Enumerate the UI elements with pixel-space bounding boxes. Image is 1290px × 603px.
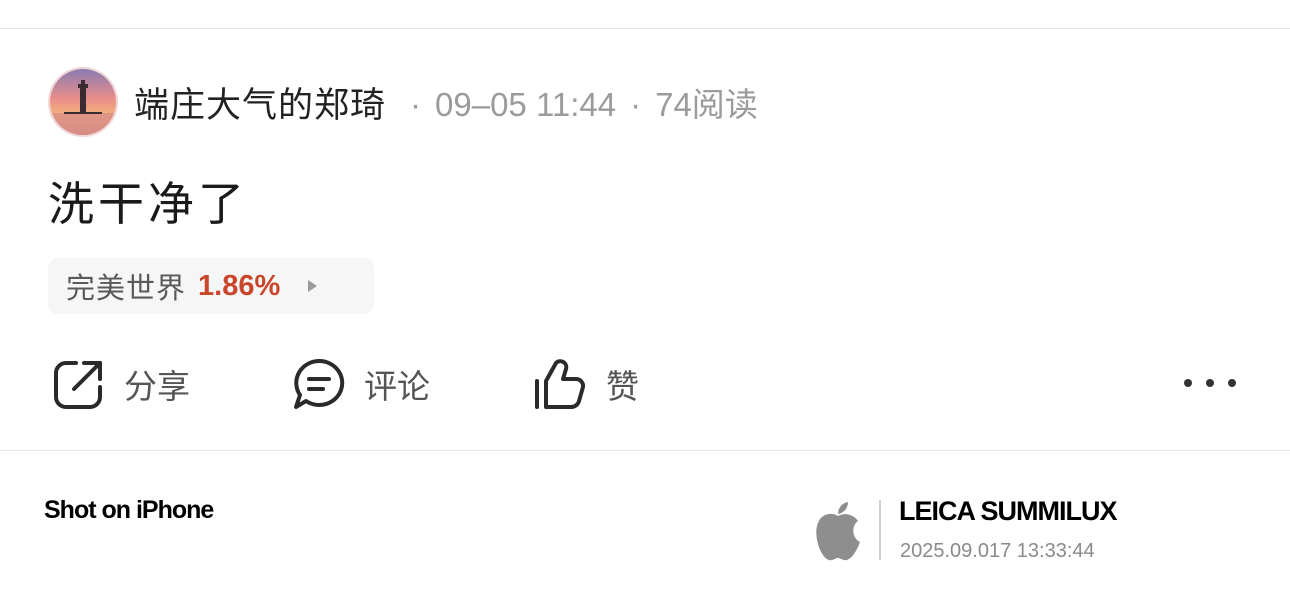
comment-label: 评论 — [364, 367, 430, 406]
like-button[interactable]: 赞 — [532, 352, 732, 416]
stock-chip[interactable]: 完美世界 1.86% — [48, 258, 374, 314]
triangle-right-icon — [308, 280, 318, 292]
comment-button[interactable]: 评论 — [292, 352, 532, 416]
avatar[interactable] — [48, 67, 118, 137]
post-timestamp: 09–05 11:44 — [435, 86, 617, 123]
stock-name: 完美世界 — [66, 271, 187, 305]
meta-separator: · — [410, 86, 422, 123]
post-text: 洗干净了 — [48, 177, 248, 231]
action-bar: 分享 评论 赞 — [52, 352, 732, 416]
read-count: 74阅读 — [655, 86, 758, 123]
more-dots-icon — [1206, 379, 1214, 387]
lens-name: LEICA SUMMILUX — [899, 496, 1117, 526]
apple-logo — [816, 502, 860, 561]
more-dots-icon — [1228, 379, 1236, 387]
post-meta: · 09–05 11:44 · 74阅读 — [396, 78, 758, 126]
top-divider — [0, 28, 1290, 29]
like-label: 赞 — [606, 367, 639, 406]
more-button[interactable] — [1184, 368, 1236, 398]
more-dots-icon — [1184, 379, 1192, 387]
author-name[interactable]: 端庄大气的郑琦 — [134, 77, 386, 128]
avatar-lighthouse-image — [50, 69, 116, 135]
shot-datetime: 2025.09.017 13:33:44 — [900, 540, 1095, 562]
bottom-divider — [0, 450, 1290, 451]
comment-icon — [294, 358, 345, 409]
meta-separator: · — [630, 86, 642, 123]
watermark-divider — [879, 500, 881, 560]
share-button[interactable]: 分享 — [52, 352, 292, 416]
shot-on-label: Shot on iPhone — [44, 496, 214, 524]
stock-change: 1.86% — [198, 269, 281, 302]
share-label: 分享 — [124, 367, 190, 406]
share-icon — [54, 361, 102, 409]
thumbs-up-icon — [535, 359, 586, 409]
post-header: 端庄大气的郑琦 · 09–05 11:44 · 74阅读 — [48, 66, 758, 138]
